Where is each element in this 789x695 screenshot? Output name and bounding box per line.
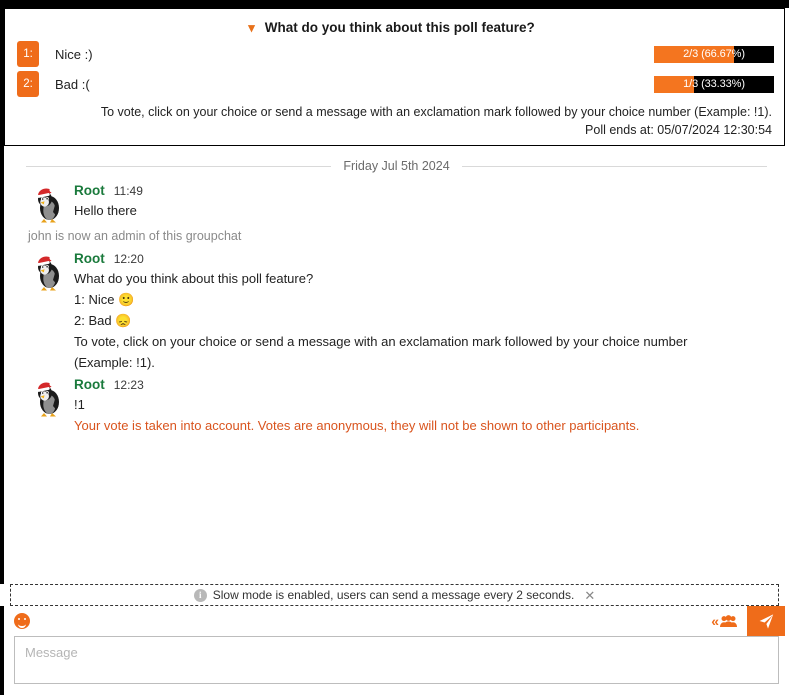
poll-option-2-votes: 1/3 bbox=[683, 78, 699, 90]
chevron-double-left-icon[interactable]: « bbox=[711, 614, 719, 628]
people-group-icon[interactable] bbox=[720, 614, 737, 628]
message-header: Root 12:20 bbox=[74, 251, 781, 266]
message-author[interactable]: Root bbox=[74, 377, 105, 392]
message-text: 1: Nice 🙂 bbox=[74, 292, 135, 308]
date-separator-label: Friday Jul 5th 2024 bbox=[343, 159, 450, 173]
message-time: 12:23 bbox=[113, 378, 144, 393]
message-body: Root 12:23 !1 Your vote is taken into ac… bbox=[74, 377, 781, 436]
info-icon: i bbox=[193, 588, 207, 602]
poll-option-1[interactable]: 1: Nice :) 2/3 (66.67%) bbox=[9, 41, 774, 67]
poll-option-2-percent: (33.33%) bbox=[701, 78, 745, 90]
message-composer: « bbox=[0, 606, 789, 695]
chat-application: ▾ What do you think about this poll feat… bbox=[0, 0, 789, 695]
message-text: !1 bbox=[74, 397, 85, 413]
poll-panel-wrapper: ▾ What do you think about this poll feat… bbox=[0, 8, 789, 146]
send-button[interactable] bbox=[747, 606, 785, 636]
message-body: Root 12:20 What do you think about this … bbox=[74, 251, 781, 373]
poll-option-1-votes: 2/3 bbox=[683, 48, 699, 60]
message-time: 11:49 bbox=[113, 184, 143, 198]
message-text: What do you think about this poll featur… bbox=[74, 271, 314, 286]
poll-option-1-number[interactable]: 1: bbox=[17, 41, 39, 67]
message-list[interactable]: Friday Jul 5th 2024 Root 11:49 Hello the… bbox=[0, 146, 789, 584]
top-black-bar bbox=[0, 0, 789, 8]
send-paper-plane-icon bbox=[759, 613, 773, 629]
poll-option-2-label[interactable]: Bad :( bbox=[55, 77, 90, 92]
close-icon[interactable]: ✕ bbox=[584, 589, 595, 602]
date-separator: Friday Jul 5th 2024 bbox=[26, 159, 767, 173]
message-header: Root 11:49 bbox=[74, 183, 781, 198]
composer-toolbar: « bbox=[4, 606, 789, 636]
system-message: john is now an admin of this groupchat bbox=[28, 229, 242, 243]
message-item: Root 11:49 Hello there bbox=[4, 183, 781, 223]
message-text: Hello there bbox=[74, 203, 137, 218]
poll-end-time: Poll ends at: 05/07/2024 12:30:54 bbox=[585, 123, 772, 137]
message-input[interactable] bbox=[14, 636, 779, 684]
poll-panel: ▾ What do you think about this poll feat… bbox=[4, 8, 785, 146]
poll-header[interactable]: ▾ What do you think about this poll feat… bbox=[9, 20, 774, 35]
poll-option-1-bar-text: 2/3 (66.67%) bbox=[654, 46, 774, 63]
avatar[interactable] bbox=[32, 253, 66, 291]
message-item: Root 12:20 What do you think about this … bbox=[4, 251, 781, 373]
avatar[interactable] bbox=[32, 185, 66, 223]
poll-option-2-number[interactable]: 2: bbox=[17, 71, 39, 97]
message-item: Root 12:23 !1 Your vote is taken into ac… bbox=[4, 377, 781, 436]
message-text: To vote, click on your choice or send a … bbox=[74, 334, 688, 371]
emoji-smiley-icon[interactable] bbox=[14, 613, 30, 629]
poll-option-2[interactable]: 2: Bad :( 1/3 (33.33%) bbox=[9, 71, 774, 97]
poll-option-1-percent: (66.67%) bbox=[701, 48, 745, 60]
message-text: 2: Bad 😞 bbox=[74, 313, 132, 329]
message-author[interactable]: Root bbox=[74, 251, 105, 266]
date-separator-rule-right bbox=[461, 165, 767, 167]
message-time: 12:20 bbox=[113, 252, 144, 266]
vote-confirmation-text: Your vote is taken into account. Votes a… bbox=[74, 418, 640, 434]
poll-question: What do you think about this poll featur… bbox=[264, 20, 535, 35]
message-author[interactable]: Root bbox=[74, 183, 105, 198]
message-input-wrapper bbox=[4, 636, 789, 695]
poll-option-2-bar: 1/3 (33.33%) bbox=[654, 75, 774, 93]
chevron-down-icon[interactable]: ▾ bbox=[248, 21, 255, 34]
poll-option-2-bar-text: 1/3 (33.33%) bbox=[654, 76, 774, 93]
slow-mode-text: Slow mode is enabled, users can send a m… bbox=[212, 588, 575, 602]
avatar[interactable] bbox=[32, 379, 66, 417]
poll-option-1-bar: 2/3 (66.67%) bbox=[654, 45, 774, 63]
poll-option-1-label[interactable]: Nice :) bbox=[55, 47, 93, 62]
poll-instructions: To vote, click on your choice or send a … bbox=[100, 105, 772, 119]
slow-mode-notice: i Slow mode is enabled, users can send a… bbox=[10, 584, 779, 606]
message-body: Root 11:49 Hello there bbox=[74, 183, 781, 221]
message-header: Root 12:23 bbox=[74, 377, 781, 392]
date-separator-rule-left bbox=[26, 165, 332, 167]
